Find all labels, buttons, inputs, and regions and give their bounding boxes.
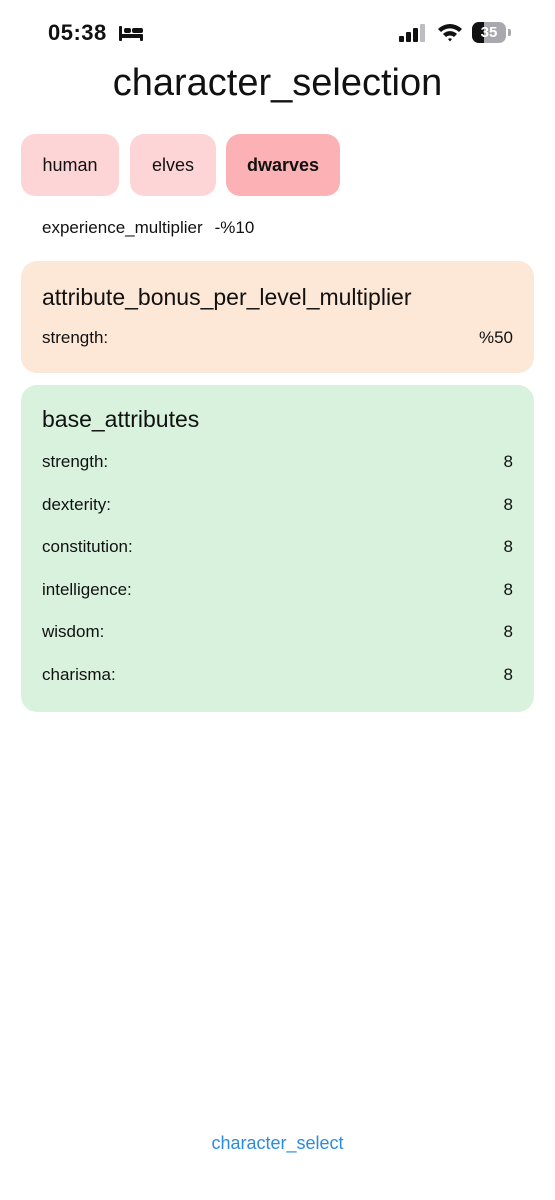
attribute-row-strength: strength: 8: [42, 452, 513, 476]
battery-icon: 35: [472, 22, 512, 43]
base-attributes-card: base_attributes strength: 8 dexterity: 8…: [21, 385, 534, 712]
bed-icon: [119, 26, 143, 41]
attribute-value: 8: [503, 537, 513, 556]
attribute-label: constitution:: [42, 537, 133, 556]
attribute-value: 8: [503, 580, 513, 599]
battery-cap: [508, 29, 511, 36]
bonus-value: %50: [478, 328, 513, 347]
experience-multiplier: experience_multiplier -%10: [42, 218, 254, 238]
tab-dwarves[interactable]: dwarves: [226, 134, 340, 196]
bonus-label: strength:: [42, 328, 109, 347]
tab-human[interactable]: human: [21, 134, 119, 196]
tab-elves[interactable]: elves: [130, 134, 216, 196]
attribute-row-wisdom: wisdom: 8: [42, 622, 513, 646]
experience-value: -%10: [214, 218, 255, 237]
battery-body: 35: [472, 22, 506, 43]
cellular-signal-icon: [399, 24, 425, 42]
attribute-value: 8: [503, 452, 513, 471]
wifi-icon: [438, 24, 462, 42]
base-attributes-title: base_attributes: [42, 406, 200, 432]
character-select-link[interactable]: character_select: [0, 1133, 555, 1154]
attribute-label: intelligence:: [42, 580, 132, 599]
attribute-label: wisdom:: [42, 622, 105, 641]
attribute-row-intelligence: intelligence: 8: [42, 580, 513, 604]
attribute-value: 8: [503, 622, 513, 641]
attribute-bonus-title: attribute_bonus_per_level_multiplier: [42, 284, 412, 310]
experience-label: experience_multiplier: [42, 218, 203, 237]
status-time: 05:38: [48, 20, 107, 45]
attribute-bonus-card: attribute_bonus_per_level_multiplier str…: [21, 261, 534, 373]
attribute-label: strength:: [42, 452, 109, 471]
attribute-value: 8: [503, 495, 513, 514]
attribute-row-charisma: charisma: 8: [42, 665, 513, 689]
attribute-label: charisma:: [42, 665, 116, 684]
battery-level: 35: [480, 24, 498, 41]
attribute-row-constitution: constitution: 8: [42, 537, 513, 561]
bonus-row-strength: strength: %50: [42, 328, 513, 352]
status-bar: 05:38 35: [0, 0, 555, 62]
page-title: character_selection: [112, 62, 443, 104]
attribute-label: dexterity:: [42, 495, 111, 514]
attribute-row-dexterity: dexterity: 8: [42, 495, 513, 519]
attribute-value: 8: [503, 665, 513, 684]
